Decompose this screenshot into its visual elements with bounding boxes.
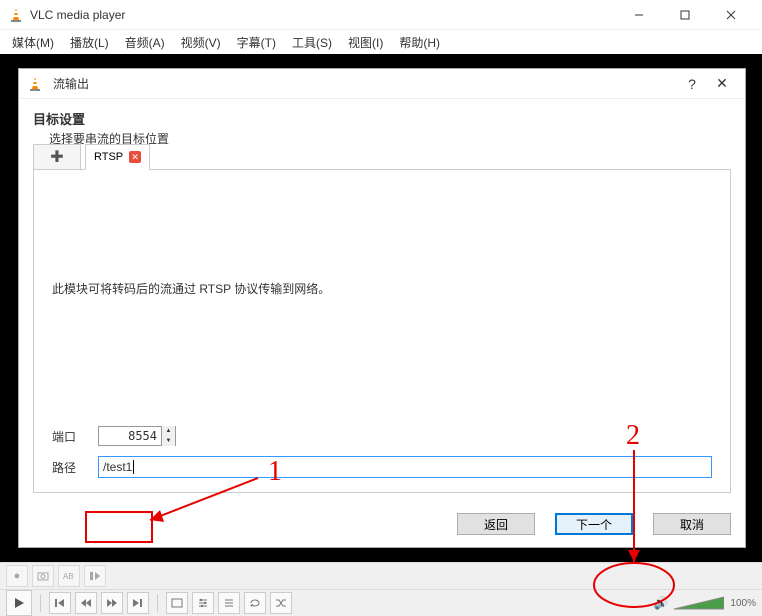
main-title-bar: VLC media player	[0, 0, 762, 30]
svg-text:AB: AB	[63, 572, 74, 581]
play-button[interactable]	[6, 590, 32, 616]
seek-back-button[interactable]	[75, 592, 97, 614]
menu-playback[interactable]: 播放(L)	[62, 32, 117, 53]
fullscreen-button[interactable]	[166, 592, 188, 614]
tab-label: RTSP	[94, 151, 123, 163]
maximize-button[interactable]	[662, 0, 708, 30]
back-button[interactable]: 返回	[457, 513, 535, 535]
frame-step-button[interactable]	[84, 565, 106, 587]
port-spin-down[interactable]: ▼	[162, 436, 175, 446]
destination-tabs: ✚ RTSP ✕ 此模块可将转码后的流通过 RTSP 协议传输到网络。 端口 8…	[33, 169, 731, 493]
volume-percent: 100%	[730, 598, 756, 609]
volume-slider[interactable]	[674, 595, 724, 611]
port-spin-up[interactable]: ▲	[162, 426, 175, 436]
main-window-title: VLC media player	[30, 8, 616, 22]
dialog-close-button[interactable]: ✕	[707, 75, 737, 92]
vlc-icon	[8, 7, 24, 23]
menu-video[interactable]: 视频(V)	[173, 32, 229, 53]
menu-audio[interactable]: 音频(A)	[117, 32, 173, 53]
port-label: 端口	[52, 428, 98, 445]
playback-toolbar: 🔊 100%	[0, 589, 762, 616]
path-value: /test1	[103, 460, 132, 474]
module-description: 此模块可将转码后的流通过 RTSP 协议传输到网络。	[52, 280, 712, 297]
path-input[interactable]: /test1	[98, 456, 712, 478]
record-button[interactable]: ●	[6, 565, 28, 587]
speaker-icon[interactable]: 🔊	[653, 596, 668, 610]
port-input[interactable]: 8554 ▲ ▼	[98, 426, 176, 446]
secondary-toolbar: ● AB	[0, 562, 762, 589]
path-label: 路径	[52, 459, 98, 476]
add-destination-tab[interactable]: ✚	[33, 144, 81, 170]
skip-back-button[interactable]	[49, 592, 71, 614]
vlc-icon	[27, 76, 43, 92]
dialog-title-bar: 流输出 ? ✕	[19, 69, 745, 99]
loop-button[interactable]	[244, 592, 266, 614]
skip-forward-button[interactable]	[127, 592, 149, 614]
menu-view[interactable]: 视图(I)	[340, 32, 391, 53]
atob-loop-button[interactable]: AB	[58, 565, 80, 587]
shuffle-button[interactable]	[270, 592, 292, 614]
menu-tools[interactable]: 工具(S)	[284, 32, 340, 53]
menu-bar: 媒体(M) 播放(L) 音频(A) 视频(V) 字幕(T) 工具(S) 视图(I…	[0, 30, 762, 54]
dialog-help-button[interactable]: ?	[677, 76, 707, 92]
menu-media[interactable]: 媒体(M)	[4, 32, 62, 53]
tab-rtsp[interactable]: RTSP ✕	[85, 144, 150, 170]
close-button[interactable]	[708, 0, 754, 30]
port-value: 8554	[99, 429, 161, 443]
seek-forward-button[interactable]	[101, 592, 123, 614]
stream-output-dialog: 流输出 ? ✕ 目标设置 选择要串流的目标位置 ✚ RTSP ✕ 此模块可将转码…	[18, 68, 746, 548]
extended-settings-button[interactable]	[192, 592, 214, 614]
menu-subtitle[interactable]: 字幕(T)	[229, 32, 284, 53]
dialog-title: 流输出	[53, 75, 677, 92]
section-title: 目标设置	[33, 109, 731, 128]
menu-help[interactable]: 帮助(H)	[391, 32, 448, 53]
tab-close-icon[interactable]: ✕	[129, 151, 141, 163]
snapshot-button[interactable]	[32, 565, 54, 587]
cancel-button[interactable]: 取消	[653, 513, 731, 535]
minimize-button[interactable]	[616, 0, 662, 30]
next-button[interactable]: 下一个	[555, 513, 633, 535]
playlist-button[interactable]	[218, 592, 240, 614]
